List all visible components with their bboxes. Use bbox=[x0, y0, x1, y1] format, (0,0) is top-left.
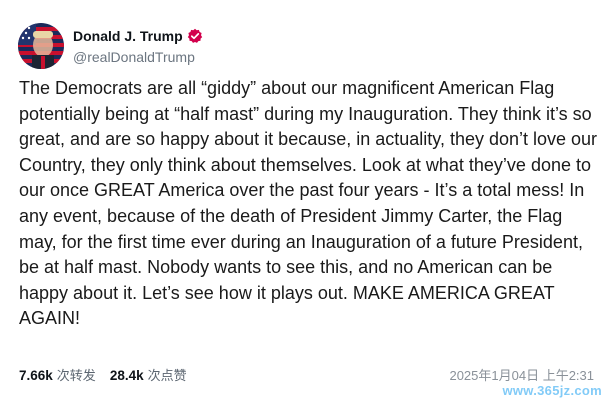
author-display-name[interactable]: Donald J. Trump bbox=[73, 27, 183, 45]
like-label: 次点赞 bbox=[147, 367, 187, 383]
like-count: 28.4k bbox=[109, 367, 144, 383]
repost-stat[interactable]: 7.66k 次转发 bbox=[19, 365, 96, 384]
verified-badge-icon bbox=[187, 28, 203, 44]
repost-count: 7.66k bbox=[19, 367, 53, 383]
like-stat[interactable]: 28.4k 次点赞 bbox=[110, 365, 187, 384]
site-watermark: www.365jz.com bbox=[502, 383, 602, 398]
post-timestamp[interactable]: 2025年1月04日 上午2:31 bbox=[449, 365, 594, 384]
display-name-row: Donald J. Trump bbox=[73, 27, 203, 45]
post-footer: 7.66k 次转发 28.4k 次点赞 2025年1月04日 上午2:31 bbox=[19, 363, 594, 385]
author-avatar[interactable] bbox=[18, 23, 64, 69]
author-handle[interactable]: @realDonaldTrump bbox=[73, 48, 203, 66]
author-names: Donald J. Trump @realDonaldTrump bbox=[73, 27, 203, 66]
post-header: Donald J. Trump @realDonaldTrump bbox=[18, 22, 203, 70]
repost-label: 次转发 bbox=[56, 367, 96, 383]
post-text: The Democrats are all “giddy” about our … bbox=[19, 78, 598, 329]
post-card: Donald J. Trump @realDonaldTrump The Dem… bbox=[0, 0, 610, 402]
